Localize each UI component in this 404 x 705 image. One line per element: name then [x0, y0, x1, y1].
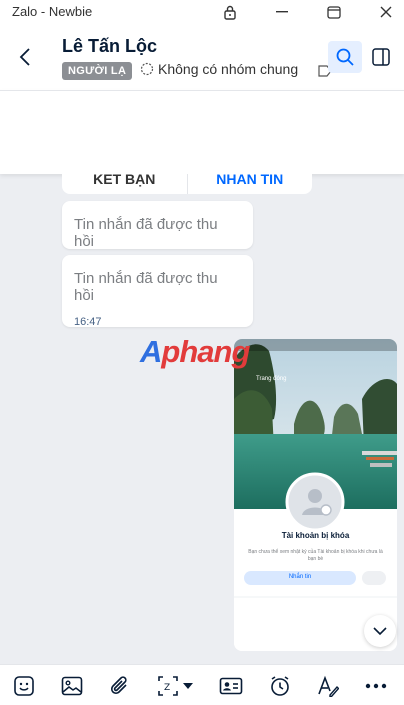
contact-card-icon — [219, 677, 243, 695]
screenshot-account-title: Tài khoản bị khóa — [281, 531, 350, 540]
scroll-to-bottom-button[interactable] — [364, 615, 396, 647]
sidebar-panel-icon — [372, 48, 390, 66]
attach-file-button[interactable] — [108, 674, 132, 698]
conversation-info-button[interactable] — [368, 41, 394, 73]
send-contact-card-button[interactable] — [219, 674, 243, 698]
filter-label: Lọc theo: — [12, 147, 66, 162]
screenshot-image — [234, 339, 397, 651]
screenshot-options-button[interactable] — [180, 674, 196, 698]
text-format-button[interactable] — [316, 674, 340, 698]
search-icon — [336, 48, 354, 66]
sticker-button[interactable] — [12, 674, 36, 698]
reminder-button[interactable] — [268, 674, 292, 698]
chevron-down-icon — [152, 150, 164, 158]
close-window-button[interactable] — [366, 0, 404, 24]
sticker-icon — [14, 676, 34, 696]
screenshot-button[interactable]: Z — [156, 674, 180, 698]
attachment-icon — [110, 676, 127, 695]
contact-card-message: KẾT BẠN NHẮN TIN — [62, 160, 312, 194]
message-text: Tin nhắn đã được thu hồi — [74, 216, 218, 250]
stranger-badge: NGƯỜI LẠ — [62, 62, 133, 80]
common-groups-label: Không có nhóm chung — [158, 61, 299, 77]
more-icon — [365, 683, 387, 689]
close-search-button[interactable]: Đóng — [340, 105, 383, 125]
svg-text:Z: Z — [164, 683, 170, 693]
minimize-button[interactable] — [262, 0, 302, 24]
dropdown-icon — [183, 683, 193, 689]
watermark-logo: Aphang — [140, 334, 250, 369]
maximize-button[interactable] — [314, 0, 354, 24]
send-message-button[interactable]: NHẮN TIN — [188, 160, 313, 194]
lock-icon[interactable] — [210, 0, 250, 24]
recalled-message[interactable]: Tin nhắn đã được thu hồi 16:47 — [62, 255, 253, 328]
screenshot-account-desc: Bạn chưa thể xem nhật ký của Tài khoản b… — [248, 549, 383, 562]
chat-header: Lê Tấn Lộc NGƯỜI LẠ Không có nhóm chung — [0, 24, 404, 90]
message-time: 16:47 — [74, 316, 102, 328]
search-box[interactable] — [12, 102, 315, 128]
window-titlebar: Zalo - Newbie — [0, 0, 404, 24]
groups-icon — [140, 62, 154, 76]
message-text: Tin nhắn đã được thu hồi — [74, 270, 218, 304]
image-icon — [61, 676, 83, 696]
chevron-down-icon — [373, 626, 387, 635]
composer-toolbar: Z — [0, 664, 404, 705]
recalled-message[interactable]: Tin nhắn đã được thu hồi — [62, 201, 253, 250]
text-format-icon — [318, 675, 339, 697]
window-title: Zalo - Newbie — [12, 4, 93, 19]
image-message[interactable]: Trang đóng Tài khoản bị khóa Bạn chưa th… — [234, 339, 397, 651]
screenshot-header-text: Trang đóng — [256, 376, 287, 382]
search-messages-button[interactable] — [328, 41, 362, 73]
more-options-button[interactable] — [364, 674, 388, 698]
contact-name[interactable]: Lê Tấn Lộc — [62, 36, 157, 57]
search-icon — [21, 107, 36, 127]
screenshot-icon: Z — [158, 676, 178, 696]
send-image-button[interactable] — [60, 674, 84, 698]
clear-search-button[interactable] — [292, 107, 308, 123]
search-input[interactable] — [40, 105, 280, 125]
reminder-icon — [271, 676, 289, 696]
back-button[interactable] — [14, 44, 36, 70]
add-friend-button[interactable]: KẾT BẠN — [62, 160, 188, 194]
common-groups[interactable]: Không có nhóm chung — [140, 61, 298, 77]
screenshot-message-button: Nhắn tin — [288, 574, 312, 580]
chevron-down-icon — [250, 150, 262, 158]
